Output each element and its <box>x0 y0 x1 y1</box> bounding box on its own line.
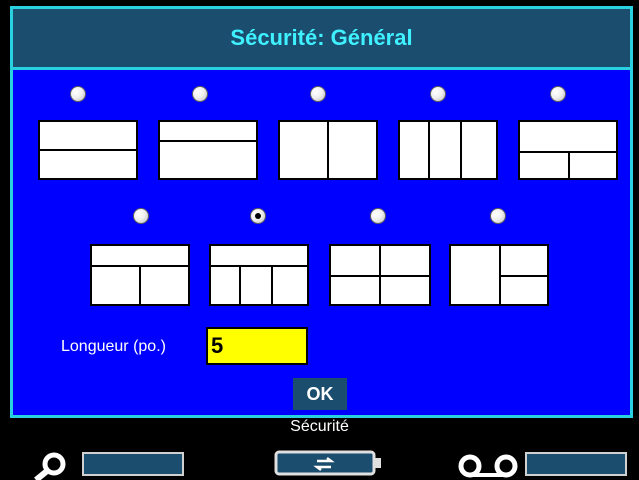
security-general-dialog: Sécurité: Général <box>10 6 633 418</box>
layout-preview-2[interactable] <box>158 120 258 180</box>
radio-layout-7[interactable] <box>250 208 266 224</box>
radio-layout-4[interactable] <box>430 86 446 102</box>
radio-layout-5[interactable] <box>550 86 566 102</box>
ok-button[interactable]: OK <box>293 378 347 410</box>
layout-preview-7[interactable] <box>209 244 309 306</box>
layout-preview-3[interactable] <box>278 120 378 180</box>
radio-layout-2[interactable] <box>192 86 208 102</box>
radio-layout-6[interactable] <box>133 208 149 224</box>
radio-layout-1[interactable] <box>70 86 86 102</box>
magnifier-icon <box>34 452 66 480</box>
layout-preview-6[interactable] <box>90 244 190 306</box>
layout-preview-8[interactable] <box>329 244 431 306</box>
power-plug-icon <box>274 450 381 476</box>
radio-layout-8[interactable] <box>370 208 386 224</box>
status-mode-label: Sécurité <box>290 418 349 435</box>
radio-layout-9[interactable] <box>490 208 506 224</box>
tape-cassette-icon <box>458 454 518 478</box>
radio-layout-3[interactable] <box>310 86 326 102</box>
length-input[interactable] <box>206 327 308 365</box>
layout-preview-4[interactable] <box>398 120 498 180</box>
left-status-bar <box>82 452 184 476</box>
right-status-bar <box>525 452 627 476</box>
layout-preview-9[interactable] <box>449 244 549 306</box>
layout-preview-5[interactable] <box>518 120 618 180</box>
layout-preview-1[interactable] <box>38 120 138 180</box>
dialog-title: Sécurité: Général <box>13 9 630 70</box>
length-label: Longueur (po.) <box>61 338 166 355</box>
